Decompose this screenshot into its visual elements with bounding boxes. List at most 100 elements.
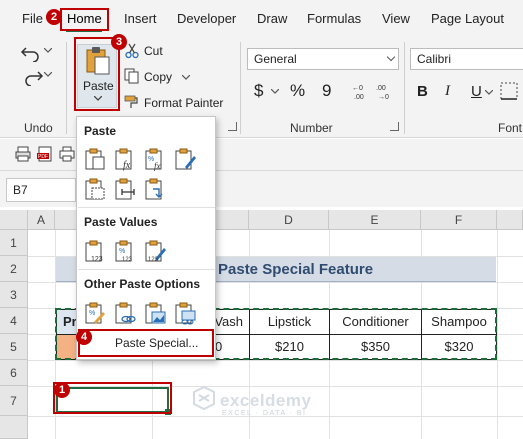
percent-style-button[interactable]: %	[290, 81, 305, 101]
pdf-icon[interactable]: PDF	[37, 146, 53, 162]
cut-button[interactable]: Cut	[144, 44, 163, 58]
tab-file[interactable]: File	[22, 11, 43, 26]
undo-icon[interactable]	[20, 42, 44, 62]
currency-format-button[interactable]: $	[254, 81, 263, 101]
step-badge-1: 1	[54, 382, 70, 398]
svg-text:fx: fx	[154, 161, 161, 171]
svg-text:%: %	[119, 248, 125, 255]
svg-text:.00: .00	[376, 85, 386, 92]
gridline	[28, 360, 523, 361]
svg-text:PDF: PDF	[38, 154, 48, 160]
copy-dropdown-icon[interactable]	[182, 75, 190, 81]
format-painter-button[interactable]: Format Painter	[144, 96, 223, 110]
svg-text:.00: .00	[354, 94, 364, 100]
tab-insert[interactable]: Insert	[124, 11, 157, 26]
paste-formulas-icon[interactable]: fx	[113, 147, 137, 171]
step-badge-4: 4	[76, 329, 92, 345]
ribbon-divider	[240, 42, 241, 134]
font-name-value: Calibri	[417, 52, 452, 66]
target-cell-highlight	[53, 382, 172, 414]
tab-developer[interactable]: Developer	[177, 11, 236, 26]
number-format-select[interactable]: General	[247, 48, 399, 70]
font-name-select[interactable]: Calibri	[410, 48, 523, 70]
paste-icon[interactable]	[83, 147, 107, 171]
print-preview-icon[interactable]	[15, 146, 31, 162]
number-group-label: Number	[290, 121, 333, 135]
underline-button[interactable]: U	[471, 83, 482, 100]
format-painter-icon[interactable]	[124, 94, 140, 110]
keep-column-widths-icon[interactable]	[113, 177, 137, 201]
increase-decimal-icon[interactable]: ←0 .00	[352, 82, 372, 100]
svg-text:%: %	[89, 310, 95, 317]
undo-group-label: Undo	[24, 121, 53, 135]
quick-print-icon[interactable]	[59, 146, 75, 162]
comma-style-button[interactable]: 9	[322, 81, 331, 101]
values-source-formatting-icon[interactable]: 123	[143, 239, 167, 263]
column-header-a[interactable]: A	[28, 210, 55, 230]
bold-button[interactable]: B	[417, 83, 428, 100]
home-tab-highlight	[60, 8, 109, 31]
menu-section-paste-values: Paste Values	[84, 215, 158, 229]
row-header-5[interactable]: 5	[0, 334, 28, 360]
no-borders-icon[interactable]	[83, 177, 107, 201]
paste-dropdown-menu: Paste fx % fx Paste Values 123 % 123 123…	[76, 116, 216, 360]
currency-dropdown-icon[interactable]	[271, 89, 279, 95]
column-header-f[interactable]: F	[421, 210, 497, 230]
watermark-name: exceldemy	[220, 391, 312, 410]
row-header-1[interactable]: 1	[0, 230, 28, 256]
italic-button[interactable]: I	[445, 83, 450, 100]
ribbon-divider	[404, 42, 405, 134]
name-box[interactable]: B7	[6, 178, 76, 202]
menu-divider	[78, 207, 215, 208]
number-format-value: General	[254, 52, 297, 66]
redo-dropdown-icon[interactable]	[44, 72, 52, 78]
copy-icon[interactable]	[124, 68, 140, 84]
borders-icon[interactable]	[500, 82, 518, 100]
paste-link-icon[interactable]	[113, 301, 137, 325]
row-header-3[interactable]: 3	[0, 282, 28, 308]
column-header-e[interactable]: E	[329, 210, 421, 230]
paste-special-highlight	[78, 329, 214, 357]
number-dialog-launcher[interactable]	[390, 122, 399, 131]
values-number-format-icon[interactable]: % 123	[113, 239, 137, 263]
font-group-label: Font	[498, 121, 523, 135]
menu-section-other-paste-options: Other Paste Options	[84, 277, 201, 291]
redo-icon[interactable]	[20, 66, 44, 86]
svg-text:←0: ←0	[352, 85, 363, 92]
menu-section-paste: Paste	[84, 124, 117, 138]
linked-picture-icon[interactable]	[173, 301, 197, 325]
select-all-corner[interactable]	[0, 210, 28, 230]
decrease-decimal-icon[interactable]: .00 →0	[376, 82, 396, 100]
row-header-4[interactable]: 4	[0, 308, 28, 334]
row-header-6[interactable]: 6	[0, 360, 28, 386]
paste-values-icon[interactable]: 123	[83, 239, 107, 263]
scissors-icon[interactable]	[125, 43, 139, 59]
watermark-tagline: EXCEL · DATA · BI	[222, 410, 307, 417]
svg-text:→0: →0	[378, 94, 389, 100]
keep-source-formatting-icon[interactable]	[173, 147, 197, 171]
svg-text:fx: fx	[123, 160, 131, 171]
copy-button[interactable]: Copy	[144, 70, 172, 84]
paste-picture-icon[interactable]	[143, 301, 167, 325]
column-header-g[interactable]	[497, 210, 523, 230]
undo-dropdown-icon[interactable]	[44, 48, 52, 54]
row-header-2[interactable]: 2	[0, 256, 28, 282]
paste-formatting-icon[interactable]: %	[83, 301, 107, 325]
tab-formulas[interactable]: Formulas	[307, 11, 361, 26]
tab-view[interactable]: View	[382, 11, 410, 26]
transpose-icon[interactable]	[143, 177, 167, 201]
step-badge-2: 2	[46, 9, 62, 25]
clipboard-dialog-launcher[interactable]	[228, 122, 237, 131]
ribbon-divider	[66, 42, 67, 134]
tab-draw[interactable]: Draw	[257, 11, 287, 26]
row-header-7[interactable]: 7	[0, 386, 28, 416]
svg-text:123: 123	[122, 257, 133, 263]
chevron-down-icon	[386, 52, 396, 62]
menu-divider	[78, 269, 215, 270]
column-header-d[interactable]: D	[249, 210, 329, 230]
tab-page-layout[interactable]: Page Layout	[431, 11, 504, 26]
row-header-8[interactable]	[0, 416, 28, 439]
paste-formulas-number-format-icon[interactable]: % fx	[143, 147, 167, 171]
underline-dropdown-icon[interactable]	[485, 90, 493, 96]
svg-text:123: 123	[148, 257, 159, 263]
